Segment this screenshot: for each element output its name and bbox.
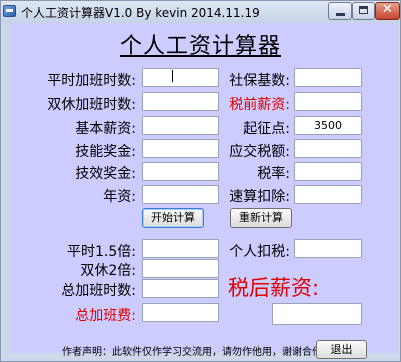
author-note: 作者声明：此软件仅作学习交流用，请勿作他用，谢谢合作！！ [62, 347, 342, 358]
label-weekend-ot-hours: 双休加班时数: [47, 97, 136, 113]
social-security-base-input[interactable] [294, 68, 362, 87]
quick-deduction-input[interactable] [294, 185, 362, 204]
text-caret [172, 70, 173, 82]
calculate-button[interactable]: 开始计算 [142, 208, 204, 228]
seniority-pay-input[interactable] [142, 185, 219, 204]
weekend-2x-input[interactable] [142, 259, 219, 278]
recalculate-button[interactable]: 重新计算 [230, 208, 292, 228]
taxable-amount-input[interactable] [294, 139, 362, 158]
label-seniority-pay: 年资: [103, 189, 136, 205]
label-taxable-amount: 应交税额: [229, 144, 290, 160]
pre-tax-salary-input[interactable] [294, 92, 362, 111]
close-icon: ✕ [382, 2, 393, 17]
label-weekday-ot-hours: 平时加班时数: [47, 73, 136, 89]
total-ot-pay-input[interactable] [142, 303, 219, 322]
label-social-security-base: 社保基数: [229, 73, 290, 89]
performance-bonus-input[interactable] [142, 162, 219, 181]
label-performance-bonus: 技效奖金: [75, 166, 136, 182]
app-icon [3, 5, 16, 17]
weekday-1-5x-input[interactable] [142, 239, 219, 258]
label-total-ot-pay: 总加班费: [75, 308, 136, 324]
label-pre-tax-salary: 税前薪资: [229, 97, 290, 113]
page-title: 个人工资计算器 [119, 34, 281, 59]
label-skill-bonus: 技能奖金: [75, 144, 136, 160]
close-button[interactable]: ✕ [375, 2, 400, 20]
label-tax-rate: 税率: [257, 166, 290, 182]
label-base-salary: 基本薪资: [75, 121, 136, 137]
label-after-tax-salary: 税后薪资: [228, 276, 320, 300]
threshold-input[interactable]: 3500 [294, 116, 362, 135]
label-quick-deduction: 速算扣除: [229, 189, 290, 205]
weekday-ot-hours-input[interactable] [142, 68, 219, 87]
minimize-button[interactable] [328, 2, 352, 20]
base-salary-input[interactable] [142, 116, 219, 135]
label-weekday-1-5x: 平时1.5倍: [67, 244, 136, 260]
title-bar[interactable]: 个人工资计算器V1.0 By kevin 2014.11.19 ✕ [1, 1, 400, 23]
window-title: 个人工资计算器V1.0 By kevin 2014.11.19 [21, 6, 260, 20]
tax-rate-input[interactable] [294, 162, 362, 181]
exit-button[interactable]: 退出 [316, 340, 367, 359]
maximize-button[interactable] [352, 2, 375, 20]
weekend-ot-hours-input[interactable] [142, 92, 219, 111]
label-total-ot-hours: 总加班时数: [61, 283, 136, 299]
personal-tax-input[interactable] [294, 239, 362, 258]
skill-bonus-input[interactable] [142, 139, 219, 158]
label-personal-tax: 个人扣税: [229, 244, 290, 260]
label-weekend-2x: 双休2倍: [80, 263, 136, 279]
total-ot-hours-input[interactable] [142, 279, 219, 298]
label-threshold: 起征点: [243, 121, 290, 137]
after-tax-salary-input[interactable] [272, 303, 362, 325]
